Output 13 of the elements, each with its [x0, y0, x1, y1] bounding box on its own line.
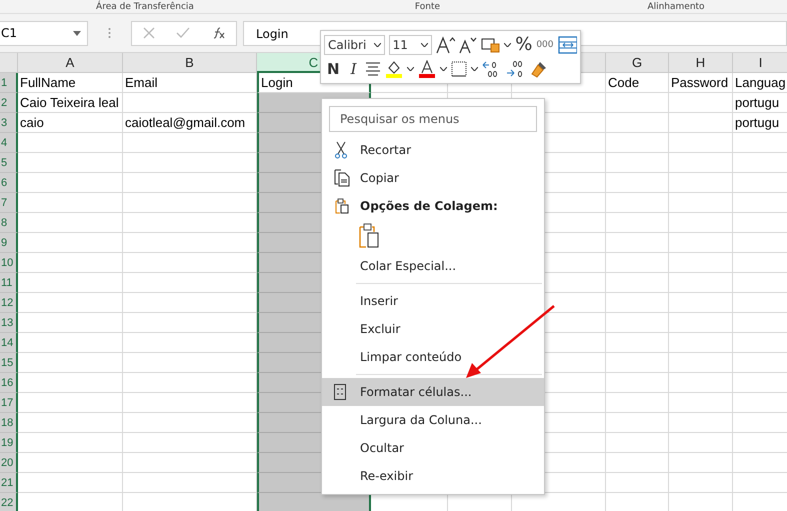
table-cell: Languag [733, 73, 787, 93]
table-cell: caio [18, 113, 123, 133]
table-cell: FullName [18, 73, 123, 93]
ribbon-group-label: Alinhamento [646, 0, 706, 12]
table-cell: portugu [733, 93, 787, 113]
table-cell: Email [123, 73, 257, 93]
table-cell: portugu [733, 113, 787, 133]
table-cell: Code [606, 73, 669, 93]
ribbon-group-label: Fonte [414, 0, 442, 12]
table-cell: Caio Teixeira leal [18, 93, 123, 113]
menu-section-header: Opções de Colagem: [360, 199, 498, 213]
ribbon-group-label: Área de Transferência [95, 0, 195, 12]
table-cell: Password [669, 73, 733, 93]
